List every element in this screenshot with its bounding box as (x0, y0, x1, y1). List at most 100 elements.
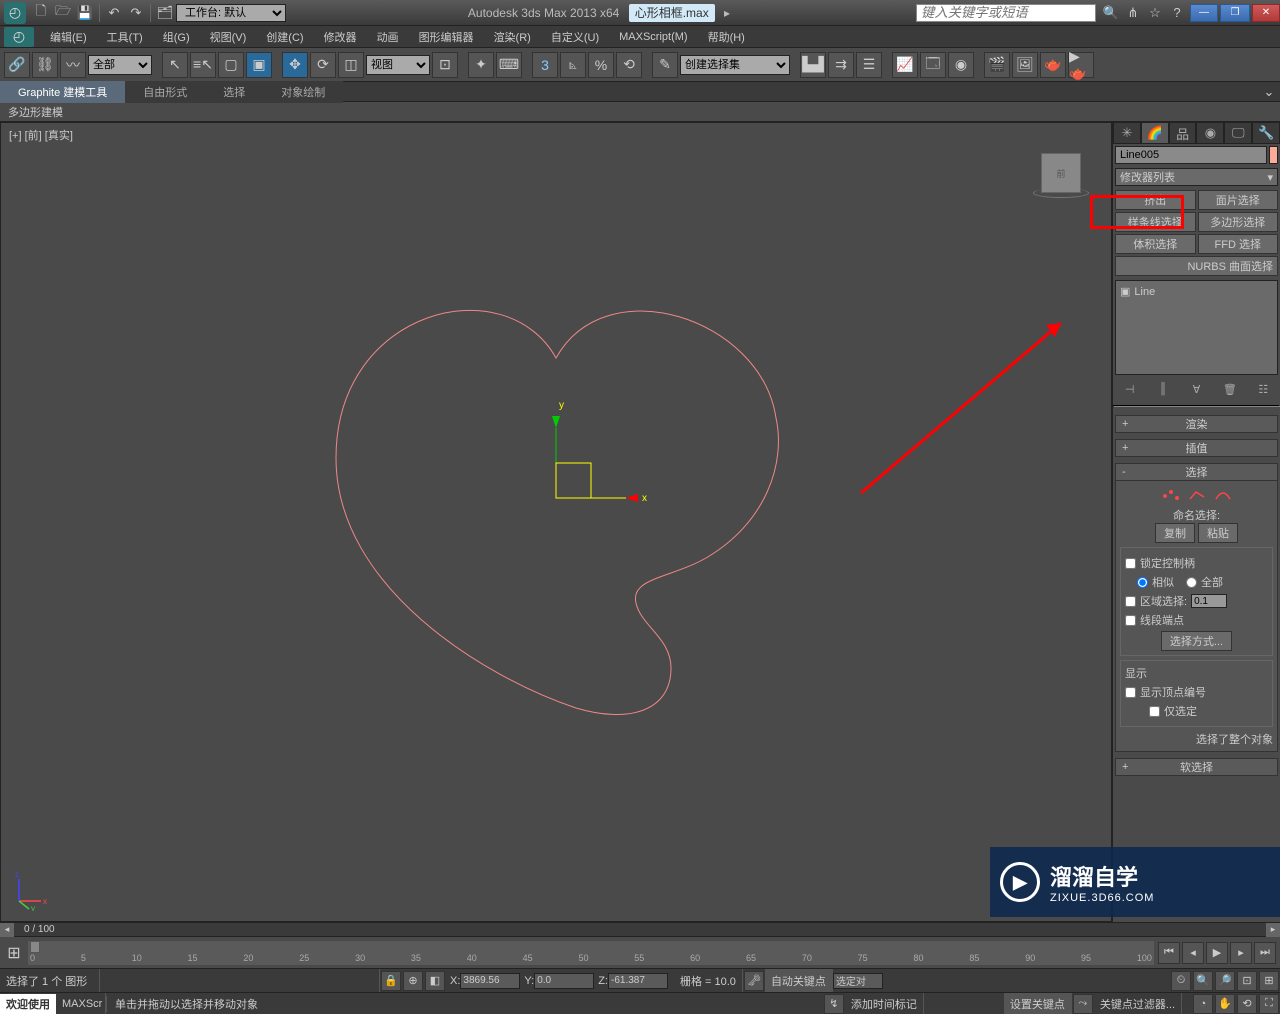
viewcube-face[interactable]: 前 (1041, 153, 1081, 193)
select-mode-button[interactable]: 选择方式... (1161, 631, 1232, 651)
nav-zoom-extents-all-icon[interactable]: ⊞ (1259, 971, 1279, 991)
absolute-mode-icon[interactable]: ⊕ (403, 971, 423, 991)
selection-set-dropdown[interactable] (833, 973, 883, 989)
title-dropdown-icon[interactable]: ▸ (724, 6, 730, 20)
nav-fov-icon[interactable]: ◔ (1193, 994, 1213, 1014)
quick-render-icon[interactable]: ▶🫖 (1068, 52, 1094, 78)
align-icon[interactable]: ⇉ (828, 52, 854, 78)
named-selection-select[interactable]: 创建选择集 (680, 55, 790, 75)
nav-maximize-icon[interactable]: ⛶ (1259, 994, 1279, 1014)
spline-subobj-icon[interactable] (1214, 489, 1232, 503)
search-icon[interactable]: 🔍 (1101, 3, 1121, 23)
segment-subobj-icon[interactable] (1188, 489, 1206, 503)
setkey-button[interactable]: 设置关键点 (1004, 993, 1072, 1014)
comm-ctr-icon[interactable]: ↯ (824, 994, 844, 1014)
qat-project-icon[interactable]: 🗂 (155, 3, 175, 23)
configure-sets-icon[interactable]: ☷ (1254, 380, 1272, 398)
heart-spline[interactable]: x y (276, 258, 836, 738)
autokey-button[interactable]: 自动关键点 (765, 969, 833, 992)
menu-rendering[interactable]: 渲染(R) (484, 26, 541, 48)
modifier-list-dropdown[interactable]: 修改器列表 ▾ (1115, 168, 1278, 186)
menu-tools[interactable]: 工具(T) (97, 26, 153, 48)
scale-icon[interactable]: ◫ (338, 52, 364, 78)
modifier-btn-spline-select[interactable]: 样条线选择 (1115, 212, 1196, 232)
render-icon[interactable]: 🫖 (1040, 52, 1066, 78)
nav-zoom-icon[interactable]: 🔍 (1193, 971, 1213, 991)
menu-views[interactable]: 视图(V) (200, 26, 257, 48)
copy-named-sel-button[interactable]: 复制 (1155, 523, 1195, 543)
paste-named-sel-button[interactable]: 粘贴 (1198, 523, 1238, 543)
menu-group[interactable]: 组(G) (153, 26, 200, 48)
minimize-button[interactable]: — (1190, 4, 1218, 22)
lock-selection-icon[interactable]: 🔒 (381, 971, 401, 991)
trackbar-icon[interactable]: ⊞ (0, 939, 28, 967)
y-coord-input[interactable] (534, 973, 594, 989)
workspace-select[interactable]: 工作台: 默认 (176, 4, 286, 22)
viewport-label[interactable]: [+] [前] [真实] (9, 127, 73, 143)
modifier-btn-patch-select[interactable]: 面片选择 (1198, 190, 1279, 210)
ref-coord-select[interactable]: 视图 (366, 55, 430, 75)
segment-end-checkbox[interactable] (1125, 615, 1136, 626)
only-selected-checkbox[interactable] (1149, 706, 1160, 717)
area-select-checkbox[interactable] (1125, 596, 1136, 607)
unique-icon[interactable]: ∀ (1187, 380, 1205, 398)
lock-handles-checkbox[interactable] (1125, 558, 1136, 569)
similar-radio[interactable] (1137, 577, 1148, 588)
area-select-spinner[interactable] (1191, 594, 1227, 608)
menu-maxscript[interactable]: MAXScript(M) (609, 28, 697, 46)
ribbon-tab-paint[interactable]: 对象绘制 (263, 81, 343, 103)
material-editor-icon[interactable]: ◉ (948, 52, 974, 78)
link-icon[interactable]: 🔗 (4, 52, 30, 78)
window-crossing-icon[interactable]: ▣ (246, 52, 272, 78)
stack-item-line[interactable]: ▣ Line (1120, 285, 1273, 298)
next-frame-icon[interactable]: ▸ (1230, 942, 1252, 964)
modifier-btn-ffd-select[interactable]: FFD 选择 (1198, 234, 1279, 254)
select-by-name-icon[interactable]: ≡↖ (190, 52, 216, 78)
qat-new-icon[interactable]: 🗋 (31, 3, 51, 23)
isolate-icon[interactable]: ◧ (425, 971, 445, 991)
modifier-btn-nurbs[interactable]: NURBS 曲面选择 (1115, 256, 1278, 276)
cp-tab-create[interactable]: ✳ (1113, 122, 1141, 144)
rollout-interpolation[interactable]: +插值 (1115, 439, 1278, 457)
key-mode-icon[interactable]: 🗝 (744, 971, 764, 991)
scroll-left-icon[interactable]: ◂ (0, 923, 14, 937)
cp-tab-motion[interactable]: ◉ (1196, 122, 1224, 144)
curve-editor-icon[interactable]: 📈 (892, 52, 918, 78)
qat-save-icon[interactable]: 💾 (75, 3, 95, 23)
menu-animation[interactable]: 动画 (367, 26, 409, 48)
show-vertex-num-checkbox[interactable] (1125, 687, 1136, 698)
menu-customize[interactable]: 自定义(U) (541, 26, 609, 48)
prev-frame-icon[interactable]: ◂ (1182, 942, 1204, 964)
cp-tab-display[interactable]: 🖵 (1224, 122, 1252, 144)
snap-toggle-icon[interactable]: 3 (532, 52, 558, 78)
comm-center-icon[interactable]: ⋔ (1123, 3, 1143, 23)
help-search-input[interactable] (916, 4, 1096, 22)
welcome-badge[interactable]: 欢迎使用 (0, 994, 56, 1014)
menu-create[interactable]: 创建(C) (256, 26, 313, 48)
vertex-subobj-icon[interactable] (1162, 489, 1180, 503)
ribbon-tab-freeform[interactable]: 自由形式 (125, 81, 205, 103)
nav-zoom-all-icon[interactable]: 🔎 (1215, 971, 1235, 991)
mirror-icon[interactable]: ▙▟ (800, 52, 826, 78)
time-slider[interactable]: 0510152025303540455055606570758085909510… (28, 941, 1154, 965)
keyboard-shortcut-icon[interactable]: ⌨ (496, 52, 522, 78)
qat-undo-icon[interactable]: ↶ (104, 3, 124, 23)
all-radio[interactable] (1186, 577, 1197, 588)
move-icon[interactable]: ✥ (282, 52, 308, 78)
angle-snap-icon[interactable]: ⦝ (560, 52, 586, 78)
cp-tab-utilities[interactable]: 🔧 (1252, 122, 1280, 144)
maximize-button[interactable]: ❐ (1220, 4, 1250, 22)
modifier-stack[interactable]: ▣ Line (1115, 280, 1278, 375)
render-setup-icon[interactable]: 🎬 (984, 52, 1010, 78)
viewcube[interactable]: 前 (1031, 153, 1091, 213)
time-config-icon[interactable]: ⏲ (1171, 971, 1191, 991)
modifier-btn-poly-select[interactable]: 多边形选择 (1198, 212, 1279, 232)
time-slider-thumb[interactable] (30, 941, 40, 953)
keyfilter-button[interactable]: 关键点过滤器... (1094, 993, 1182, 1014)
ribbon-tab-selection[interactable]: 选择 (205, 81, 263, 103)
menu-help[interactable]: 帮助(H) (698, 26, 755, 48)
nav-pan-icon[interactable]: ✋ (1215, 994, 1235, 1014)
select-icon[interactable]: ↖ (162, 52, 188, 78)
layer-manager-icon[interactable]: ☰ (856, 52, 882, 78)
pin-stack-icon[interactable]: ⊣ (1121, 380, 1139, 398)
